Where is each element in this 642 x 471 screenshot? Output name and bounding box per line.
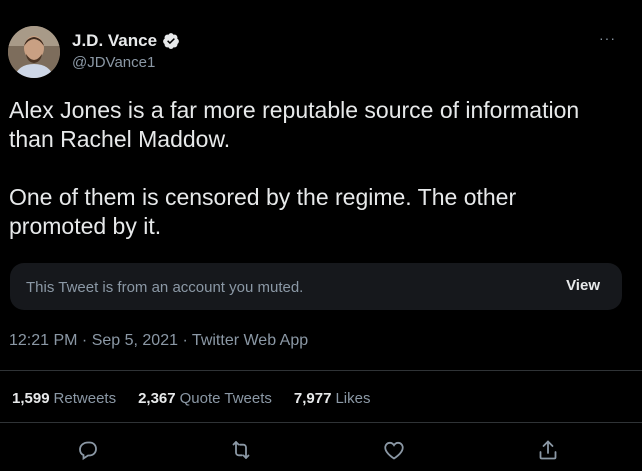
avatar[interactable] xyxy=(8,26,60,78)
share-icon[interactable] xyxy=(536,438,560,462)
retweets-stat[interactable]: 1,599 Retweets xyxy=(12,390,116,407)
quote-tweets-count: 2,367 xyxy=(138,390,176,407)
like-icon[interactable] xyxy=(382,438,406,462)
muted-notice: This Tweet is from an account you muted.… xyxy=(10,263,622,310)
author-handle[interactable]: @JDVance1 xyxy=(72,54,155,71)
quote-tweets-label: Quote Tweets xyxy=(179,390,272,407)
author-name-row[interactable]: J.D. Vance xyxy=(72,31,180,51)
retweets-label: Retweets xyxy=(53,390,117,407)
likes-count: 7,977 xyxy=(293,390,332,407)
tweet-stats: 1,599 Retweets 2,367 Quote Tweets 7,977 Lik… xyxy=(12,390,392,407)
more-icon[interactable]: ··· xyxy=(599,30,616,46)
quote-tweets-stat[interactable]: 2,367 Quote Tweets xyxy=(138,390,272,407)
view-button[interactable]: View xyxy=(566,277,600,294)
reply-icon[interactable] xyxy=(76,438,100,462)
tweet-text: Alex Jones is a far more reputable sourc… xyxy=(9,97,580,239)
likes-label: Likes xyxy=(335,390,371,407)
retweet-icon[interactable] xyxy=(229,438,253,462)
likes-stat[interactable]: 7,977 Likes xyxy=(294,390,371,407)
retweets-count: 1,599 xyxy=(12,390,50,407)
action-bar xyxy=(0,438,642,466)
muted-notice-text: This Tweet is from an account you muted. xyxy=(26,279,304,296)
verified-badge-icon xyxy=(162,32,180,50)
author-name[interactable]: J.D. Vance xyxy=(72,31,157,51)
tweet-timestamp[interactable]: 12:21 PM · Sep 5, 2021 · Twitter Web App xyxy=(9,332,308,350)
avatar-image xyxy=(8,26,60,78)
divider xyxy=(0,370,642,371)
divider xyxy=(0,422,642,423)
